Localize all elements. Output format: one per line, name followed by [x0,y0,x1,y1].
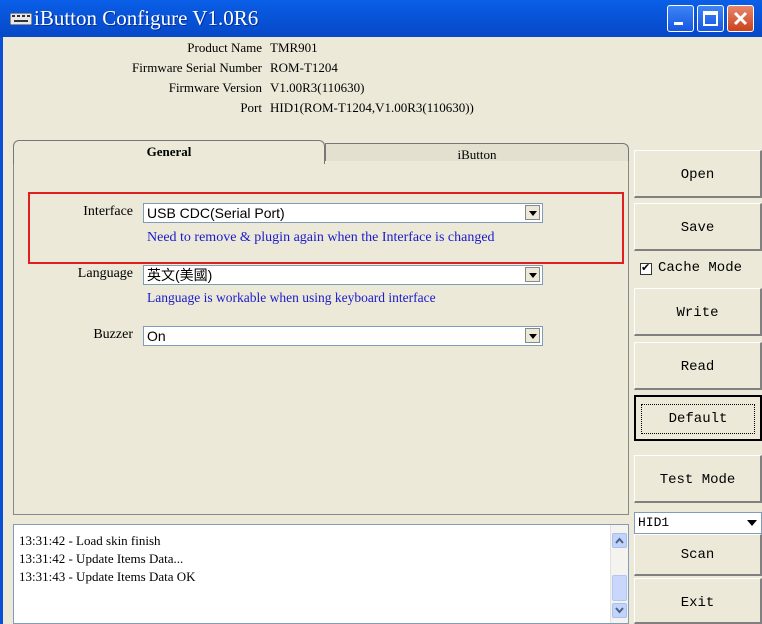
info-value: V1.00R3(110630) [270,80,365,95]
language-label: Language [77,266,133,281]
buzzer-value: On [147,328,166,344]
info-value: ROM-T1204 [270,60,338,75]
maximize-icon [703,11,718,26]
minimize-icon [674,22,683,25]
save-button[interactable]: Save [634,203,762,251]
language-select[interactable]: 英文(美國) [143,265,543,285]
log-scrollbar[interactable] [610,525,628,623]
buzzer-label: Buzzer [93,327,133,342]
info-label: Port [240,100,262,115]
info-value: TMR901 [270,40,318,55]
info-label: Firmware Version [168,80,262,95]
scroll-thumb[interactable] [612,575,627,601]
default-label: Default [641,404,755,434]
tab-general[interactable]: General [13,140,325,164]
log-textarea[interactable]: 13:31:42 - Load skin finish 13:31:42 - U… [13,524,629,624]
info-value: HID1(ROM-T1204,V1.00R3(110630)) [270,100,474,115]
checkmark-icon: ✔ [641,261,651,274]
scroll-down-button[interactable] [612,603,627,618]
cache-mode-checkbox[interactable]: ✔ [640,261,652,275]
log-line: 13:31:42 - Load skin finish [19,533,161,548]
close-icon [733,11,748,26]
port-select[interactable]: HID1 [634,512,762,534]
cache-mode-label[interactable]: Cache Mode [658,260,742,276]
maximize-button[interactable] [697,5,724,32]
scan-label: Scan [680,547,715,563]
default-button[interactable]: Default [634,395,762,441]
info-label: Firmware Serial Number [132,60,262,75]
log-line: 13:31:42 - Update Items Data... [19,551,184,566]
title-bar[interactable]: iButton Configure V1.0R6 [0,0,762,37]
read-label: Read [680,359,715,375]
write-button[interactable]: Write [634,288,762,336]
test-mode-label: Test Mode [659,472,736,488]
read-button[interactable]: Read [634,342,762,390]
exit-label: Exit [680,595,715,611]
chevron-up-icon [615,537,624,544]
buzzer-select[interactable]: On [143,326,543,346]
chevron-down-icon[interactable] [525,267,540,282]
test-mode-button[interactable]: Test Mode [634,455,762,503]
info-label: Product Name [187,40,262,55]
chevron-down-icon[interactable] [525,328,540,343]
language-hint: Language is workable when using keyboard… [147,290,436,305]
save-label: Save [680,220,715,236]
language-value: 英文(美國) [147,267,213,283]
write-label: Write [676,305,719,321]
chevron-down-icon [615,607,624,614]
open-label: Open [680,167,715,183]
open-button[interactable]: Open [634,150,762,198]
log-line: 13:31:43 - Update Items Data OK [19,569,196,584]
scan-button[interactable]: Scan [634,534,762,576]
highlight-box [28,192,624,264]
keyboard-icon [10,13,32,25]
minimize-button[interactable] [667,5,694,32]
close-button[interactable] [727,5,754,32]
window-title: iButton Configure V1.0R6 [34,6,259,30]
exit-button[interactable]: Exit [634,578,762,624]
scroll-up-button[interactable] [612,533,627,548]
